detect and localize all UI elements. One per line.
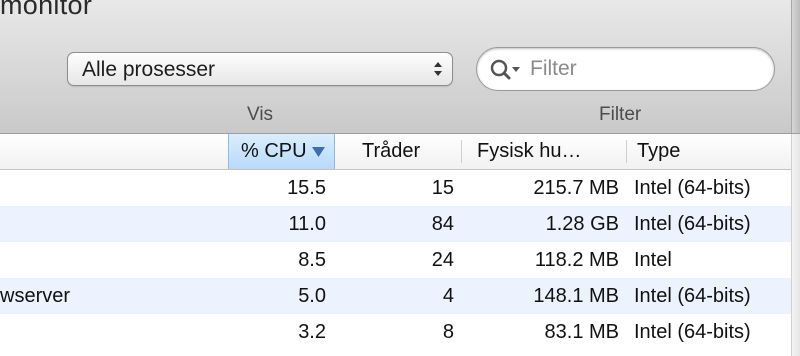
column-header-cpu-label: % CPU xyxy=(241,140,307,162)
search-icon[interactable] xyxy=(489,58,523,82)
table-row[interactable]: 11.0 84 1.28 GB Intel (64-bits) xyxy=(0,206,800,242)
threads-value: 15 xyxy=(431,177,454,199)
process-name: wserver xyxy=(0,285,71,307)
threads-value: 8 xyxy=(442,321,454,343)
window-title: monitor xyxy=(0,0,93,20)
process-filter-select[interactable]: Alle prosesser xyxy=(67,52,453,86)
memory-value: 148.1 MB xyxy=(533,285,619,307)
column-header-type[interactable]: Type xyxy=(627,134,791,169)
threads-value: 4 xyxy=(442,285,454,307)
table-header: % CPU Tråder Fysisk hu… Type xyxy=(0,134,800,170)
threads-value: 84 xyxy=(431,213,454,235)
toolbar: monitor Alle prosesser Vis Filter xyxy=(0,0,800,134)
search-input[interactable] xyxy=(530,56,760,82)
cpu-value: 3.2 xyxy=(298,321,326,343)
scrollbar[interactable] xyxy=(791,134,800,356)
table-row[interactable]: wserver 5.0 4 148.1 MB Intel (64-bits) xyxy=(0,278,800,314)
column-header-cpu[interactable]: % CPU xyxy=(228,134,335,169)
window-edge xyxy=(791,0,800,133)
memory-value: 83.1 MB xyxy=(544,321,619,343)
view-caption: Vis xyxy=(247,104,274,125)
cpu-value: 8.5 xyxy=(298,249,326,271)
table-row[interactable]: 3.2 8 83.1 MB Intel (64-bits) xyxy=(0,314,800,350)
threads-value: 24 xyxy=(431,249,454,271)
column-header-type-label: Type xyxy=(637,140,681,162)
column-header-memory-label: Fysisk hu… xyxy=(477,140,582,162)
memory-value: 118.2 MB xyxy=(534,249,619,271)
memory-value: 215.7 MB xyxy=(533,177,619,199)
table-row[interactable]: 15.5 15 215.7 MB Intel (64-bits) xyxy=(0,170,800,206)
updown-arrows-icon xyxy=(434,62,442,76)
sort-descending-icon xyxy=(311,146,325,157)
cpu-value: 15.5 xyxy=(287,177,326,199)
type-value: Intel xyxy=(634,249,672,271)
search-field[interactable] xyxy=(476,47,775,91)
type-value: Intel (64-bits) xyxy=(634,177,751,199)
cpu-value: 11.0 xyxy=(288,213,326,235)
column-header-threads-label: Tråder xyxy=(362,140,421,162)
table-row[interactable]: 8.5 24 118.2 MB Intel xyxy=(0,242,800,278)
column-header-threads[interactable]: Tråder xyxy=(335,134,461,169)
cpu-value: 5.0 xyxy=(298,285,326,307)
process-filter-value: Alle prosesser xyxy=(82,58,216,81)
filter-caption: Filter xyxy=(599,104,642,125)
type-value: Intel (64-bits) xyxy=(634,321,751,343)
type-value: Intel (64-bits) xyxy=(634,285,751,307)
type-value: Intel (64-bits) xyxy=(634,213,751,235)
memory-value: 1.28 GB xyxy=(545,213,619,235)
column-header-memory[interactable]: Fysisk hu… xyxy=(462,134,626,169)
